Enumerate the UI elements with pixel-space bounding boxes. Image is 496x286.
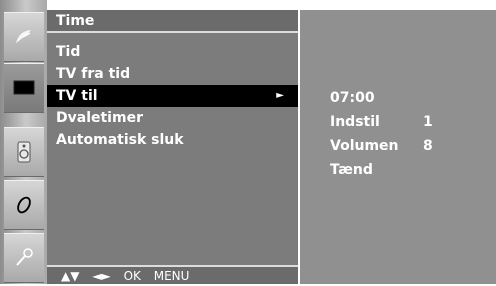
- menu-item-label: Tid: [56, 44, 81, 60]
- menu-icon-column: [0, 0, 47, 284]
- menu-item-label: TV til: [56, 88, 98, 104]
- settings-key-icon[interactable]: [4, 233, 44, 283]
- menu-item-dvaletimer[interactable]: Dvaletimer: [47, 107, 298, 129]
- submenu-arrow-icon: ►: [276, 90, 284, 101]
- time-menu-list: Tid TV fra tid TV til ► Dvaletimer Autom…: [47, 41, 298, 151]
- menu-item-label: TV fra tid: [56, 66, 131, 82]
- power-state: Tænd: [330, 162, 373, 178]
- left-right-arrows-icon: ◄►: [92, 269, 111, 283]
- navigation-hint-bar: ▲▼ ◄► OK MENU: [47, 265, 298, 284]
- up-down-arrows-icon: ▲▼: [61, 269, 80, 283]
- menu-item-tv-fra-tid[interactable]: TV fra tid: [47, 63, 298, 85]
- on-time-value: 07:00: [330, 90, 375, 106]
- input-label: Indstil: [330, 114, 380, 130]
- tv-osd-menu: Time Tid TV fra tid TV til ► Dvaletimer …: [0, 0, 496, 284]
- menu-hint: MENU: [153, 269, 190, 283]
- input-value: 1: [423, 114, 433, 130]
- clock-icon[interactable]: [4, 180, 44, 230]
- menu-item-tid[interactable]: Tid: [47, 41, 298, 63]
- input-row[interactable]: Indstil 1: [330, 110, 433, 134]
- menu-item-automatisk-sluk[interactable]: Automatisk sluk: [47, 129, 298, 151]
- menu-item-label: Dvaletimer: [56, 110, 143, 126]
- time-menu-panel: Time Tid TV fra tid TV til ► Dvaletimer …: [47, 10, 298, 284]
- speaker-icon[interactable]: [4, 127, 44, 177]
- volume-value: 8: [423, 138, 433, 154]
- tv-til-submenu-panel: 07:00 Indstil 1 Volumen 8 Tænd: [300, 10, 496, 284]
- volume-label: Volumen: [330, 138, 399, 154]
- satellite-dish-icon[interactable]: [4, 12, 44, 62]
- menu-item-tv-til[interactable]: TV til ►: [47, 85, 298, 107]
- menu-item-label: Automatisk sluk: [56, 132, 184, 148]
- menu-title: Time: [47, 10, 298, 33]
- on-time-row[interactable]: 07:00: [330, 86, 433, 110]
- tv-til-settings: 07:00 Indstil 1 Volumen 8 Tænd: [330, 86, 433, 182]
- volume-row[interactable]: Volumen 8: [330, 134, 433, 158]
- screen-icon[interactable]: [4, 63, 44, 113]
- ok-hint: OK: [123, 269, 141, 283]
- power-row[interactable]: Tænd: [330, 158, 433, 182]
